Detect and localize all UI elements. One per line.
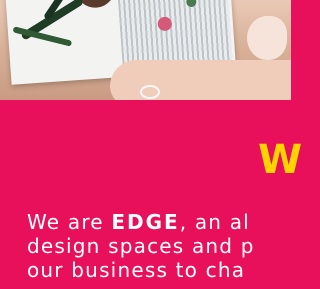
hero-image <box>0 0 291 100</box>
hand-shape <box>110 60 291 100</box>
intro-line-3: our business to cha <box>27 258 246 282</box>
intro-line-2: design spaces and p <box>27 234 255 258</box>
brand-wordmark: EDGE <box>111 210 180 234</box>
ring-shape <box>140 85 160 99</box>
intro-text: We are EDGE, an al design spaces and p o… <box>27 210 289 282</box>
intro-line-1-start: We are <box>27 210 112 234</box>
thumb-shape <box>247 16 287 60</box>
intro-line-1: We are EDGE, an al <box>27 210 289 234</box>
intro-line-1-end: , an al <box>179 210 250 234</box>
accent-heading: W <box>258 137 303 183</box>
